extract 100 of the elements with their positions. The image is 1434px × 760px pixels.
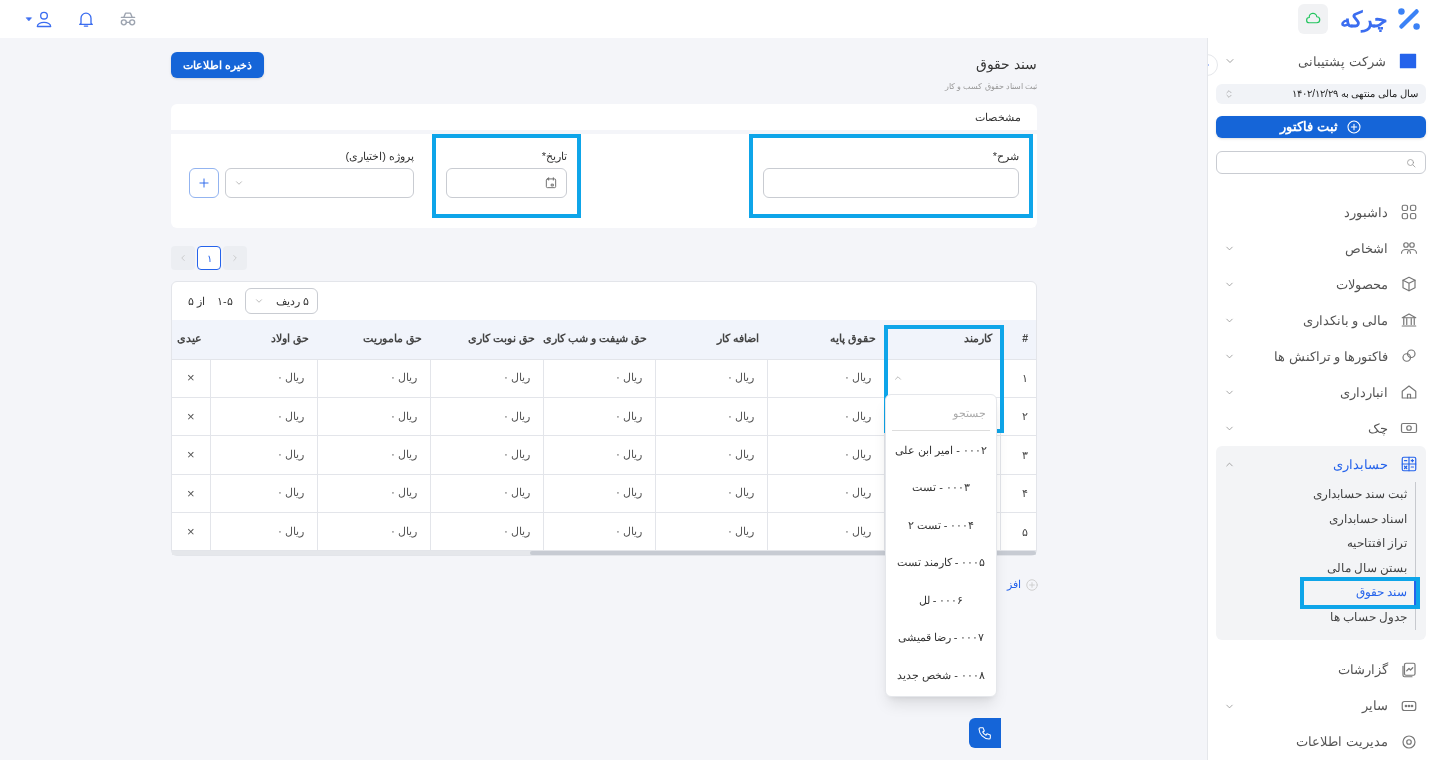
- column-header: عیدی: [172, 320, 210, 359]
- row-total: از ۵: [188, 293, 206, 310]
- sidebar-item-label: فاکتورها و تراکنش ها: [1273, 347, 1388, 367]
- amount-cell: ریال ۰: [430, 435, 543, 475]
- amount-cell: ریال ۰: [655, 359, 767, 398]
- submenu-item[interactable]: ثبت سند حسابداری: [1308, 482, 1411, 508]
- field-label: تاریخ*: [540, 149, 567, 162]
- amount-cell: ریال ۰: [430, 359, 543, 398]
- amount-cell: ریال ۰: [543, 397, 655, 436]
- sidebar-item-label: انبارداری: [1339, 383, 1388, 402]
- dropdown-option[interactable]: ۰۰۰۲ - امیر ابن علی: [886, 431, 996, 469]
- column-header: حقوق پایه: [767, 320, 884, 359]
- chevron-down-icon: [253, 296, 264, 306]
- amount-cell: ریال ۰: [430, 397, 543, 436]
- sidebar-item-label: گزارشات: [1337, 661, 1388, 680]
- project-select[interactable]: [225, 168, 414, 198]
- field-label: شرح*: [991, 149, 1019, 162]
- dropdown-option[interactable]: ۰۰۰۴ - تست ۲: [886, 506, 996, 544]
- row-number: ۴: [1000, 474, 1036, 513]
- row-number: ۱: [1000, 359, 1036, 398]
- save-button[interactable]: ذخیره اطلاعات: [171, 52, 265, 78]
- column-header: کارمند: [884, 320, 1000, 359]
- sidebar-item[interactable]: محصولات: [1216, 266, 1426, 303]
- sidebar-item[interactable]: مدیریت اطلاعات: [1216, 724, 1426, 760]
- calendar-icon: [544, 176, 558, 190]
- sidebar-item-label: مدیریت اطلاعات: [1295, 733, 1388, 752]
- support-phone-button[interactable]: [969, 718, 1001, 748]
- dropdown-option[interactable]: ۰۰۰۳ - تست: [886, 468, 996, 506]
- amount-cell: ریال ۰: [210, 397, 317, 436]
- sidebar-item[interactable]: فاکتورها و تراکنش ها: [1216, 338, 1426, 375]
- add-project-button[interactable]: [189, 168, 219, 198]
- sidebar-item-label: مالی و بانکداری: [1301, 311, 1388, 331]
- search-field[interactable]: [1216, 150, 1426, 175]
- next-page-button[interactable]: [171, 246, 195, 270]
- column-header: حق اولاد: [210, 320, 317, 359]
- box-icon: [1400, 275, 1418, 294]
- document-icon: [1400, 661, 1418, 679]
- plus-icon: [197, 176, 211, 190]
- sidebar-item[interactable]: انبارداری: [1216, 374, 1426, 411]
- column-header: حق ماموریت: [317, 320, 430, 359]
- fiscal-year-text: سال مالی منتهی به ۱۴۰۲/۱۲/۲۹: [1292, 87, 1418, 102]
- row-range: ۱-۵: [217, 293, 233, 309]
- remove-row-button[interactable]: ×: [172, 435, 210, 475]
- amount-cell: ریال ۰: [543, 359, 655, 398]
- amount-cell: ریال ۰: [317, 512, 430, 551]
- amount-cell: ریال ۰: [655, 474, 767, 513]
- section-title: مشخصات: [975, 109, 1021, 125]
- dropdown-option[interactable]: ۰۰۰۷ - رضا قمیشی: [886, 618, 996, 656]
- remove-row-button[interactable]: ×: [172, 359, 210, 398]
- sidebar-item[interactable]: چک: [1216, 410, 1426, 447]
- row-number: ۲: [1000, 397, 1036, 436]
- amount-cell: ریال ۰: [655, 397, 767, 436]
- sidebar-item[interactable]: گزارشات: [1216, 652, 1426, 688]
- sidebar-item[interactable]: حسابداری: [1216, 446, 1426, 483]
- sidebar-item[interactable]: اشخاص: [1216, 230, 1426, 267]
- sidebar-item[interactable]: مالی و بانکداری: [1216, 302, 1426, 339]
- sidebar-item-label: محصولات: [1335, 275, 1388, 295]
- sidebar-item-label: حسابداری: [1332, 455, 1388, 474]
- date-input[interactable]: [446, 168, 567, 198]
- caret-icon: [24, 14, 34, 24]
- remove-row-button[interactable]: ×: [172, 512, 210, 551]
- rows-per-page-select[interactable]: ۵ ردیف: [244, 288, 318, 314]
- remove-row-button[interactable]: ×: [172, 474, 210, 513]
- amount-cell: ریال ۰: [543, 435, 655, 475]
- amount-cell: ریال ۰: [317, 435, 430, 475]
- amount-cell: ریال ۰: [210, 512, 317, 551]
- amount-cell: ریال ۰: [317, 397, 430, 436]
- fiscal-year-selector[interactable]: سال مالی منتهی به ۱۴۰۲/۱۲/۲۹: [1216, 83, 1426, 104]
- phone-icon: [977, 725, 993, 741]
- cloud-sync-button[interactable]: [1298, 4, 1328, 34]
- column-header: حق نوبت کاری: [430, 320, 543, 359]
- amount-cell: ریال ۰: [655, 512, 767, 551]
- row-number: ۳: [1000, 435, 1036, 475]
- description-input[interactable]: [763, 168, 1019, 198]
- amount-cell: ریال ۰: [210, 359, 317, 398]
- new-invoice-button[interactable]: ثبت فاکتور: [1216, 115, 1426, 138]
- updown-icon: [1224, 87, 1234, 100]
- amount-cell: ریال ۰: [767, 474, 884, 513]
- amount-cell: ریال ۰: [430, 474, 543, 513]
- page-title: سند حقوق: [975, 55, 1037, 75]
- submenu-item[interactable]: تراز افتتاحیه: [1342, 531, 1411, 557]
- dropdown-option[interactable]: ۰۰۰۸ - شخص جدید: [886, 656, 996, 694]
- sidebar-item-label: سایر: [1360, 697, 1388, 716]
- chevron-right-icon: [230, 253, 240, 263]
- calculator-icon: [1400, 455, 1418, 474]
- submenu-item[interactable]: اسناد حسابداری: [1324, 507, 1411, 532]
- submenu-item[interactable]: جدول حساب ها: [1325, 605, 1411, 630]
- submenu-item[interactable]: بستن سال مالی: [1322, 556, 1411, 581]
- page-button[interactable]: ۱: [197, 246, 221, 270]
- user-menu-button[interactable]: [24, 9, 54, 29]
- logo-icon: [1396, 6, 1422, 32]
- amount-cell: ریال ۰: [767, 397, 884, 436]
- amount-cell: ریال ۰: [543, 474, 655, 513]
- previous-page-button[interactable]: [223, 246, 247, 270]
- field-label: پروژه (اختیاری): [344, 149, 414, 162]
- remove-row-button[interactable]: ×: [172, 397, 210, 436]
- page-subtitle: ثبت اسناد حقوق کسب و کار: [944, 81, 1037, 93]
- sidebar-item[interactable]: سایر: [1216, 688, 1426, 724]
- sidebar-item[interactable]: داشبورد: [1216, 194, 1426, 231]
- amount-cell: ریال ۰: [430, 512, 543, 551]
